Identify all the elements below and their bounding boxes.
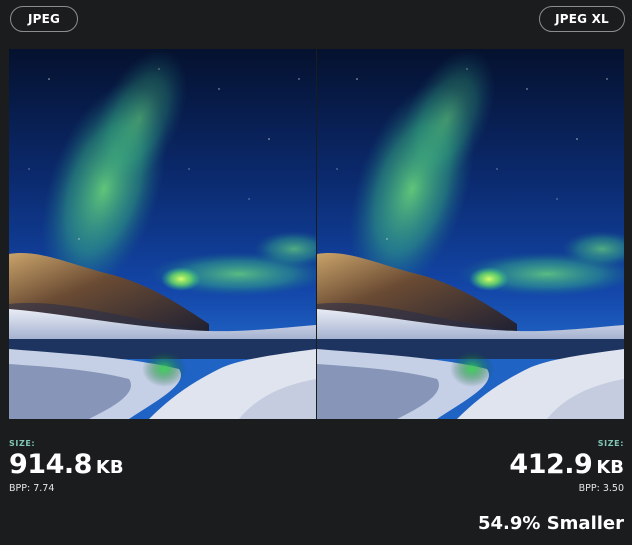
- jpeg-xl-image-panel[interactable]: [317, 49, 624, 419]
- size-unit: KB: [95, 457, 124, 478]
- size-readout: 412.9 KB: [509, 450, 624, 483]
- bpp-value: 7.74: [33, 483, 55, 494]
- bpp-readout: BPP: 3.50: [509, 483, 624, 495]
- savings-summary: 54.9% Smaller: [477, 513, 624, 534]
- bpp-value: 3.50: [602, 483, 624, 494]
- size-readout: 914.8 KB: [9, 450, 124, 483]
- jpeg-stats: SIZE: 914.8 KB BPP: 7.74: [9, 438, 124, 495]
- bpp-label: BPP:: [578, 483, 600, 494]
- bpp-label: BPP:: [9, 483, 31, 494]
- jpeg-xl-format-button[interactable]: JPEG XL: [539, 6, 625, 32]
- aurora-image-jpeg-xl: [317, 49, 624, 419]
- jpeg-xl-stats: SIZE: 412.9 KB BPP: 3.50: [509, 438, 624, 495]
- size-unit: KB: [596, 457, 624, 478]
- bpp-readout: BPP: 7.74: [9, 483, 124, 495]
- jpeg-image-panel[interactable]: [9, 49, 316, 419]
- comparison-view: JPEG JPEG XL SIZE: 914.8 KB BPP: 7.74 SI…: [0, 0, 632, 545]
- size-value: 914.8: [9, 449, 92, 480]
- jpeg-format-button[interactable]: JPEG: [10, 6, 78, 32]
- size-value: 412.9: [509, 449, 593, 480]
- aurora-image-jpeg: [9, 49, 316, 419]
